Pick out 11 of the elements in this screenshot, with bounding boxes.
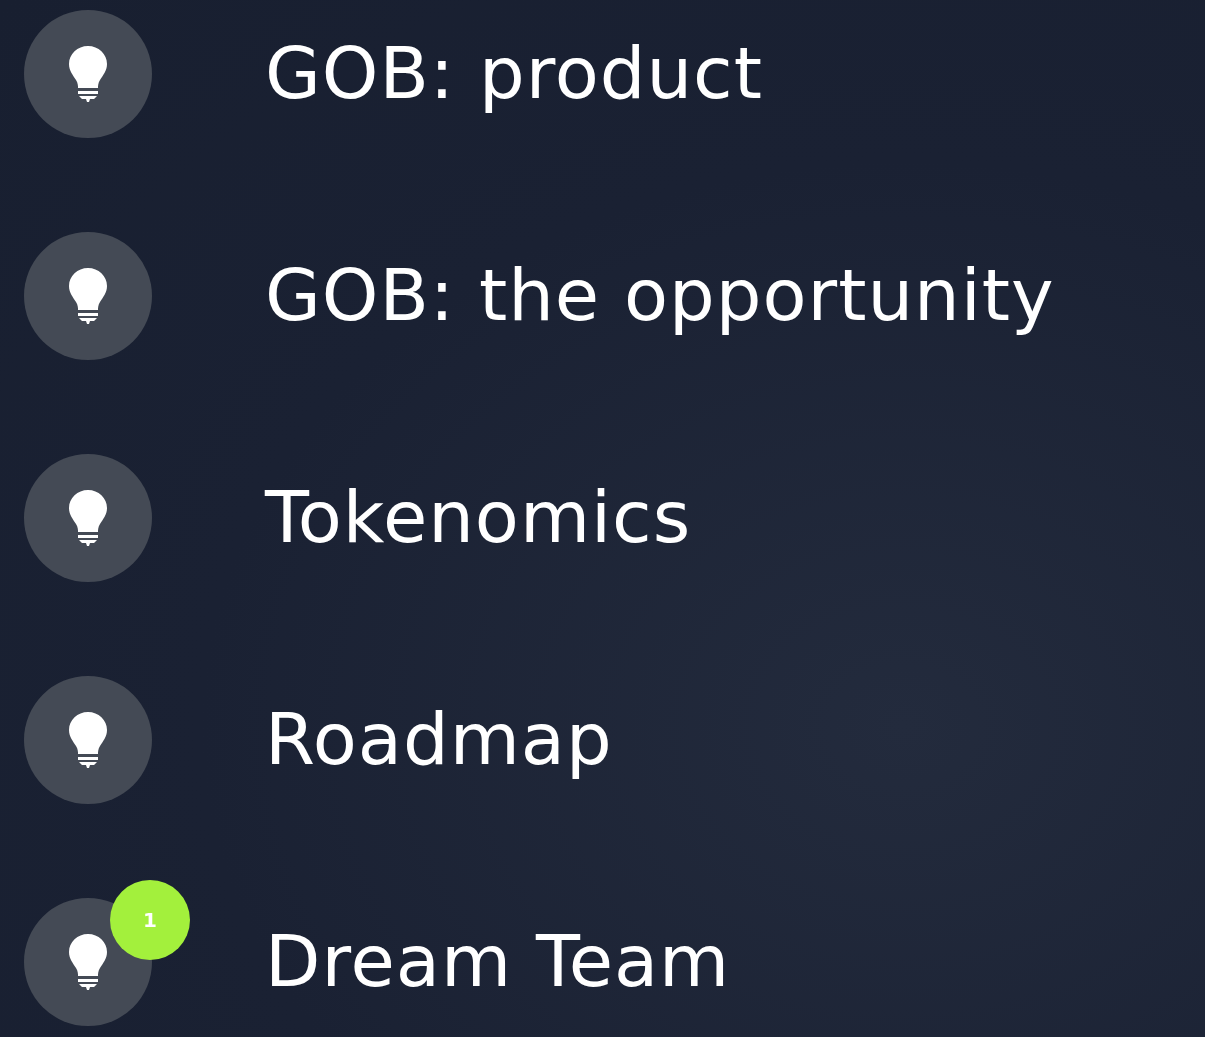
lightbulb-icon: [69, 268, 107, 324]
menu-item-label[interactable]: Tokenomics: [265, 471, 692, 565]
menu-item-label[interactable]: Dream Team: [265, 915, 731, 1009]
lightbulb-icon: [69, 934, 107, 990]
menu-item-label[interactable]: GOB: product: [265, 27, 763, 121]
notification-badge: 1: [110, 880, 190, 960]
lightbulb-icon: [69, 46, 107, 102]
lightbulb-icon: [69, 490, 107, 546]
lightbulb-icon: [69, 712, 107, 768]
menu-item-label[interactable]: GOB: the opportunity: [265, 249, 1055, 343]
menu-item-label[interactable]: Roadmap: [265, 693, 613, 787]
